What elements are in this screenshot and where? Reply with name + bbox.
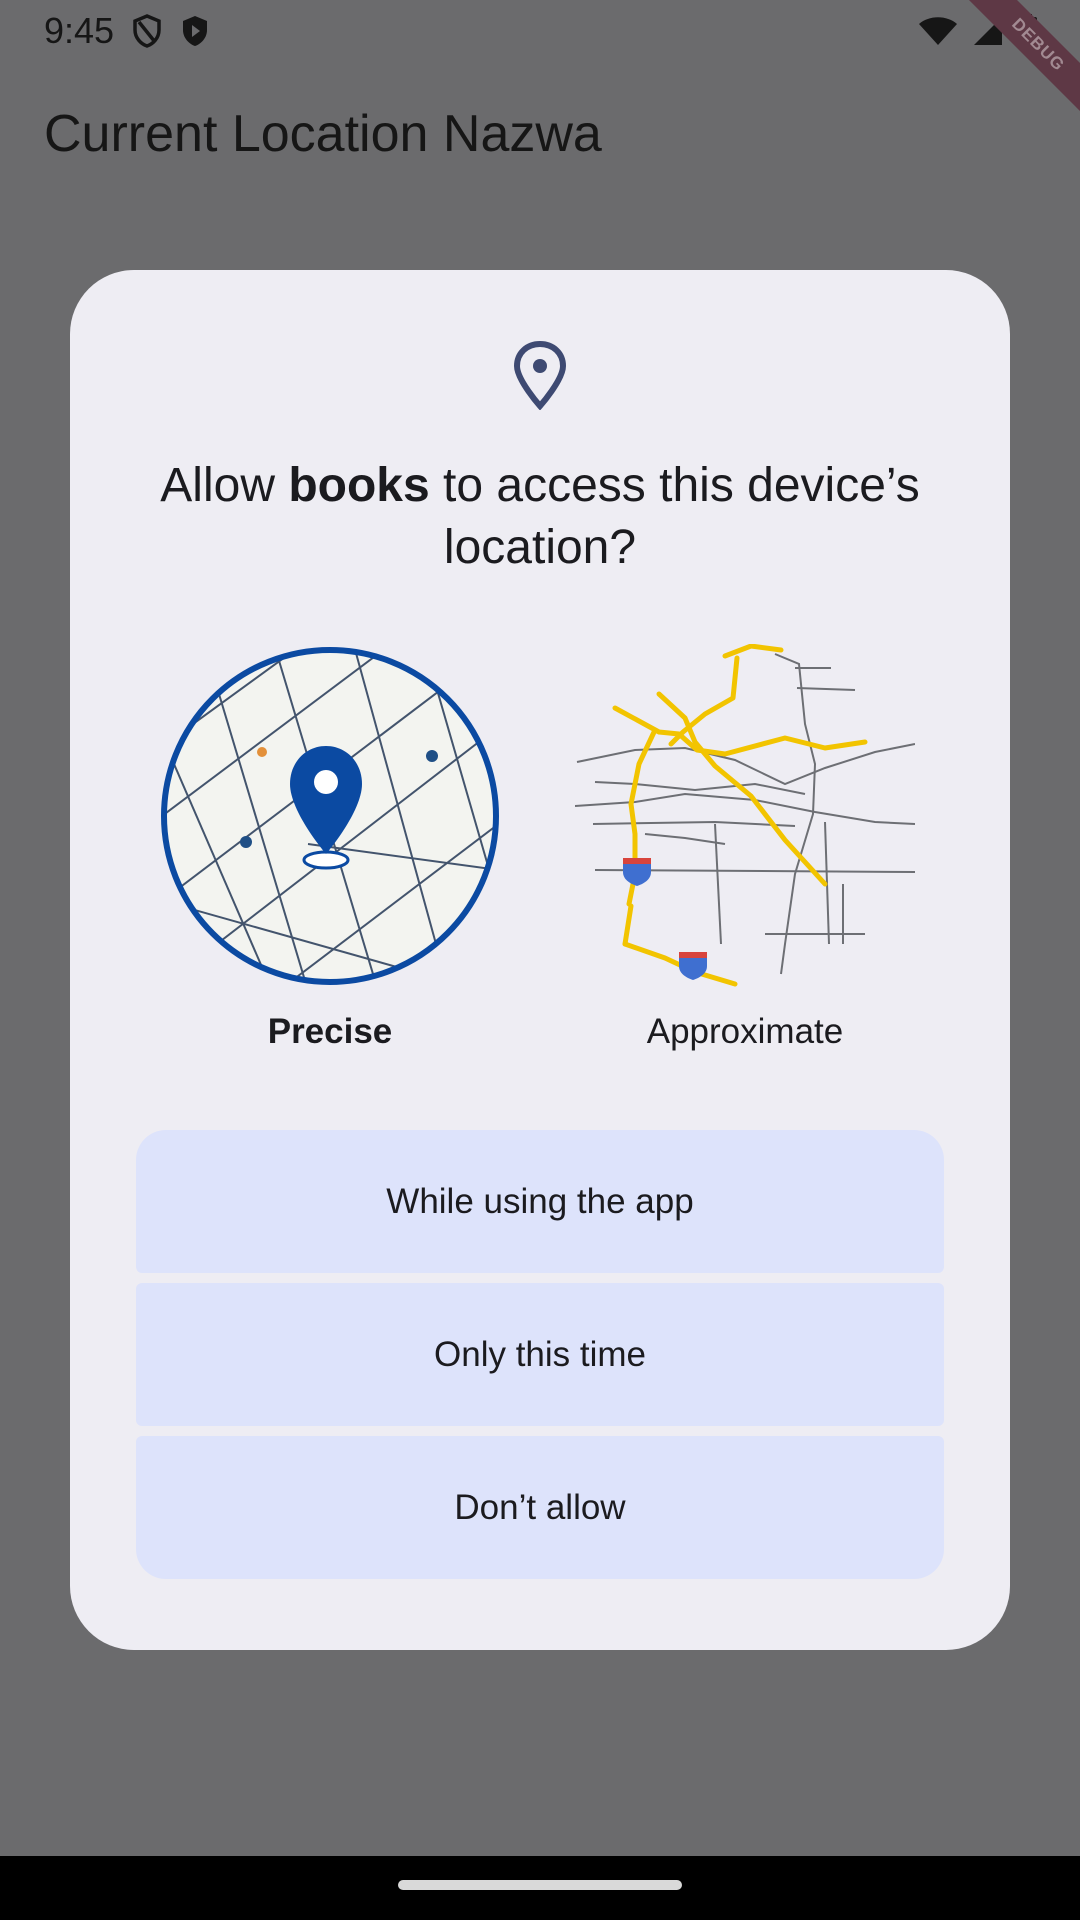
play-shield-icon: [180, 14, 210, 48]
status-left: 9:45: [44, 10, 210, 52]
shield-outline-icon: [132, 14, 162, 48]
dont-allow-button[interactable]: Don’t allow: [136, 1436, 944, 1579]
wifi-icon: [918, 15, 958, 47]
interstate-shield-icon: [623, 858, 651, 886]
only-this-time-button[interactable]: Only this time: [136, 1283, 944, 1426]
home-gesture-handle[interactable]: [398, 1880, 682, 1890]
location-permission-dialog: Allow books to access this device’s loca…: [70, 270, 1010, 1650]
approximate-label: Approximate: [646, 1012, 844, 1051]
dialog-title-suffix: to access this device’s location?: [429, 459, 920, 574]
while-using-app-button[interactable]: While using the app: [136, 1130, 944, 1273]
precise-option[interactable]: Precise: [158, 644, 502, 1051]
page-title: Current Location Nazwa: [44, 105, 602, 163]
location-pin-icon: [509, 340, 571, 415]
approximate-option[interactable]: Approximate: [574, 643, 916, 1051]
status-bar: 9:45: [0, 0, 1080, 62]
status-time: 9:45: [44, 10, 115, 51]
approximate-map-icon: [574, 643, 916, 987]
precise-label: Precise: [267, 1012, 393, 1051]
dialog-title-prefix: Allow: [160, 459, 289, 512]
dialog-title-app: books: [288, 459, 430, 512]
precise-map-icon: [161, 647, 499, 985]
dialog-title: Allow books to access this device’s loca…: [130, 455, 950, 579]
